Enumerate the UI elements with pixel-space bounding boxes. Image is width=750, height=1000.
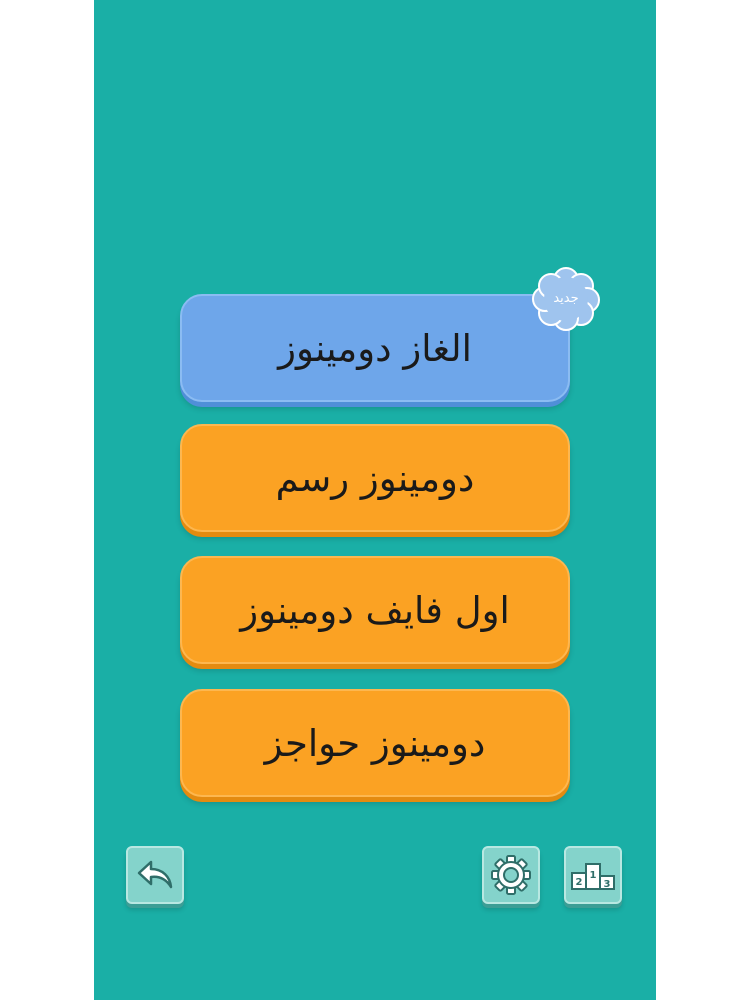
new-badge-label: جديد [553,290,579,306]
leaderboard-button[interactable]: 2 1 3 [564,846,622,904]
blocking-dominoes-label: دومينوز حواجز [264,721,486,765]
podium-rank-2: 2 [576,877,583,888]
back-button[interactable] [126,846,184,904]
all-fives-dominoes-button[interactable]: اول فايف دومينوز [180,556,570,664]
game-screen: الغاز دومينوز جديد دومينوز رسم اول فايف … [94,0,656,1000]
draw-dominoes-button[interactable]: دومينوز رسم [180,424,570,532]
podium-rank-3: 3 [604,879,611,890]
podium-icon: 2 1 3 [571,863,615,890]
puzzle-dominoes-label: الغاز دومينوز [278,326,472,370]
settings-button[interactable] [482,846,540,904]
back-arrow-icon [137,860,173,889]
podium-rank-1: 1 [590,870,597,881]
puzzle-dominoes-button[interactable]: الغاز دومينوز [180,294,570,402]
new-badge: جديد [526,262,606,334]
draw-dominoes-label: دومينوز رسم [275,456,475,500]
blocking-dominoes-button[interactable]: دومينوز حواجز [180,689,570,797]
gear-icon [491,855,531,895]
all-fives-dominoes-label: اول فايف دومينوز [240,588,510,632]
